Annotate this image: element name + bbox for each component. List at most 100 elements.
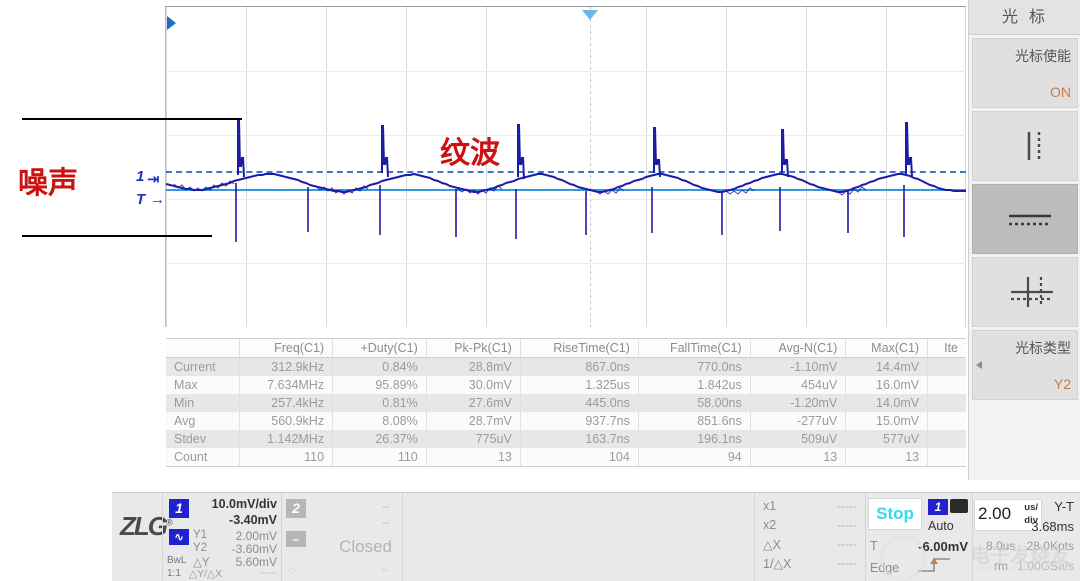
cursor-delta-y-value: 5.60mV — [235, 555, 277, 569]
timebase-mode[interactable]: Y-T — [1054, 499, 1074, 514]
cursor-x1-label: x1 — [763, 499, 777, 513]
channel-1-pointer[interactable]: 1 — [136, 168, 144, 185]
table-header-row: Freq(C1) +Duty(C1) Pk-Pk(C1) RiseTime(C1… — [166, 338, 966, 358]
table-header-cell[interactable]: Avg-N(C1) — [749, 338, 846, 358]
table-cell: -1.20mV — [749, 394, 846, 412]
cursor-y1-value: 2.00mV — [235, 529, 277, 543]
table-cell: -277uV — [749, 412, 846, 430]
bandwidth-limit-label[interactable]: BwL — [167, 555, 186, 566]
table-row-label: Min — [174, 396, 195, 410]
table-cell: 27.6mV — [425, 394, 521, 412]
table-cell: 58.00ns — [637, 394, 751, 412]
table-header-cell[interactable]: +Duty(C1) — [332, 338, 427, 358]
table-header-cell[interactable]: RiseTime(C1) — [519, 338, 639, 358]
cursor-y2-label: Y2 — [193, 542, 208, 554]
table-row[interactable]: Avg 560.9kHz 8.08% 28.7mV 937.7ns 851.6n… — [166, 412, 966, 430]
sidebar-item-cursor-horizontal[interactable] — [972, 184, 1078, 254]
brand-logo-text: ZLG — [120, 511, 168, 541]
cross-cursor-icon — [973, 275, 1077, 309]
chevron-left-icon[interactable] — [976, 361, 982, 369]
trigger-level-value: -6.00mV — [918, 539, 968, 554]
table-row[interactable]: Count 110 110 13 104 94 13 13 — [166, 448, 966, 467]
channel-2-panel[interactable]: 2 -- -- – Closed -:- -- — [280, 493, 403, 581]
measurement-table[interactable]: Freq(C1) +Duty(C1) Pk-Pk(C1) RiseTime(C1… — [166, 338, 966, 467]
table-cell: -1.10mV — [749, 357, 846, 376]
status-bar: ZLG® 1 10.0mV/div -3.40mV ∿ Y1 2.00mV Y2… — [112, 492, 1080, 581]
table-cell — [927, 430, 966, 448]
table-header-cell[interactable]: Pk-Pk(C1) — [425, 338, 521, 358]
channel-1-badge[interactable]: 1 — [169, 499, 189, 518]
table-cell: 445.0ns — [519, 394, 639, 412]
table-cell: 851.6ns — [637, 412, 751, 430]
run-state-button[interactable]: Stop — [868, 498, 922, 530]
table-cell: 30.0mV — [425, 376, 521, 394]
table-row[interactable]: Min 257.4kHz 0.81% 27.6mV 445.0ns 58.00n… — [166, 394, 966, 412]
sidebar-item-label: 光标使能 — [1015, 49, 1071, 65]
table-cell: 312.9kHz — [238, 357, 333, 376]
channel-2-status: Closed — [339, 537, 392, 556]
timebase-unit-numerator: us/ — [1024, 502, 1038, 513]
trigger-source-badge[interactable]: 1 — [928, 499, 948, 515]
table-cell: 1.325us — [519, 376, 639, 394]
table-row-label: Current — [174, 360, 216, 374]
table-row[interactable]: Current 312.9kHz 0.84% 28.8mV 867.0ns 77… — [166, 357, 966, 376]
timebase-delay: 3.68ms — [1031, 519, 1074, 534]
sidebar-item-cursor-cross[interactable] — [972, 257, 1078, 327]
table-cell: 1.142MHz — [238, 430, 333, 448]
channel-2-badge[interactable]: 2 — [286, 499, 306, 518]
table-row-label: Avg — [174, 414, 196, 428]
slope-label: △Y/△X — [189, 568, 223, 580]
sidebar-item-cursor-vertical[interactable] — [972, 111, 1078, 181]
memory-depth: 28.0Kpts — [1026, 539, 1074, 553]
table-cell: 196.1ns — [637, 430, 751, 448]
timebase-panel[interactable]: 2.00 us/ div Y-T 3.68ms 8.0us 28.0Kpts r… — [972, 493, 1080, 581]
table-header-rowlabel — [166, 338, 240, 358]
trigger-type[interactable]: Edge — [870, 561, 899, 575]
table-cell: 104 — [519, 448, 639, 467]
table-cell: 94 — [637, 448, 751, 467]
trigger-mode[interactable]: Auto — [928, 519, 954, 533]
channel-1-scale: 10.0mV/div — [211, 497, 277, 511]
trigger-coupling-icon[interactable] — [950, 499, 968, 513]
table-cell: 937.7ns — [519, 412, 639, 430]
table-row-label: Stdev — [174, 432, 206, 446]
table-cell: 13 — [845, 448, 928, 467]
channel-2-extra-1: -:- — [288, 565, 298, 576]
sidebar-item-value: ON — [1050, 84, 1071, 100]
probe-ratio-label[interactable]: 1:1 — [167, 568, 181, 579]
cursor-menu-panel[interactable]: 光 标 光标使能 ON 光标类型 Y2 — [968, 0, 1080, 480]
table-cell: 15.0mV — [845, 412, 928, 430]
cursor-readout-panel[interactable]: x1 ----- x2 ----- △X ----- 1/△X ----- — [754, 493, 866, 581]
channel-1-panel[interactable]: 1 10.0mV/div -3.40mV ∿ Y1 2.00mV Y2 -3.6… — [162, 493, 282, 581]
cursor-y1-label: Y1 — [193, 529, 208, 541]
waveform-trace — [166, 119, 966, 242]
table-cell: 110 — [238, 448, 333, 467]
table-cell: 454uV — [749, 376, 846, 394]
trigger-pointer[interactable]: T — [136, 191, 145, 208]
table-cell: 28.8mV — [425, 357, 521, 376]
table-cell: 577uV — [845, 430, 928, 448]
table-cell: 7.634MHz — [238, 376, 333, 394]
trigger-panel[interactable]: Stop 1 Auto T -6.00mV Edge — [864, 493, 973, 581]
sidebar-item-cursor-enable[interactable]: 光标使能 ON — [972, 38, 1078, 108]
table-header-cell[interactable]: FallTime(C1) — [637, 338, 751, 358]
table-header-cell[interactable]: Freq(C1) — [238, 338, 333, 358]
table-header-cell[interactable]: Max(C1) — [845, 338, 928, 358]
trigger-pointer-arrow: → — [150, 191, 165, 208]
waveform-plot[interactable] — [165, 6, 966, 327]
table-row[interactable]: Max 7.634MHz 95.89% 30.0mV 1.325us 1.842… — [166, 376, 966, 394]
table-cell: 560.9kHz — [238, 412, 333, 430]
table-row[interactable]: Stdev 1.142MHz 26.37% 775uV 163.7ns 196.… — [166, 430, 966, 448]
trigger-edge-icon[interactable] — [916, 555, 956, 580]
sample-rate: 1.00GSa/s — [1017, 559, 1074, 573]
channel-2-coupling-icon[interactable]: – — [286, 531, 306, 547]
sidebar-item-cursor-type[interactable]: 光标类型 Y2 — [972, 330, 1078, 400]
cursor-delta-y-label: △Y — [193, 557, 210, 569]
cursor-y2-value: -3.60mV — [231, 542, 277, 556]
channel-1-offset: -3.40mV — [229, 513, 277, 527]
channel-2-extra-2: -- — [381, 565, 388, 576]
channel-1-coupling-icon[interactable]: ∿ — [169, 529, 189, 545]
cursor-menu-title: 光 标 — [969, 0, 1080, 35]
table-header-cell[interactable]: Ite — [927, 338, 966, 358]
noise-annotation-label: 噪声 — [18, 166, 78, 201]
